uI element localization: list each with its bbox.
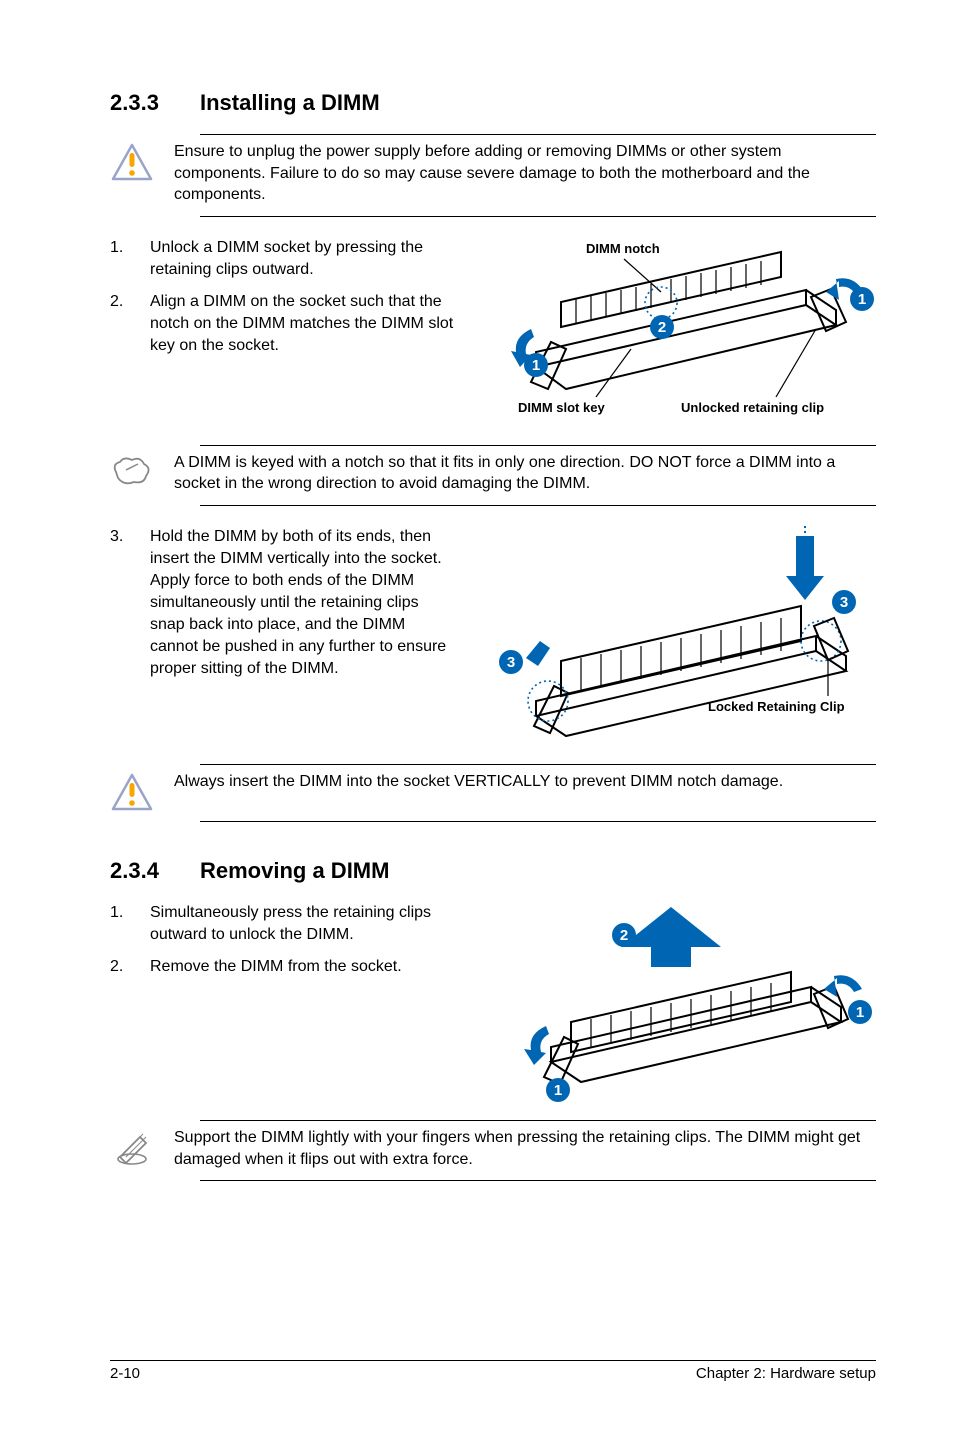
step-body: Hold the DIMM by both of its ends, then … xyxy=(150,526,456,681)
section-title: Installing a DIMM xyxy=(200,90,380,116)
caution-icon xyxy=(110,771,154,811)
callout: 1 xyxy=(856,1004,864,1021)
section-title: Removing a DIMM xyxy=(200,858,389,884)
figure-install-lock: 3 3 Locked Retaining Clip xyxy=(476,526,876,746)
step-index: 2. xyxy=(110,291,132,357)
label-slot-key: DIMM slot key xyxy=(518,400,605,415)
figure-remove: 1 1 2 xyxy=(476,902,876,1102)
list-item: 1. Simultaneously press the retaining cl… xyxy=(110,902,456,946)
info-note: A DIMM is keyed with a notch so that it … xyxy=(200,445,876,506)
list-item: 3. Hold the DIMM by both of its ends, th… xyxy=(110,526,456,681)
warning-note: Always insert the DIMM into the socket V… xyxy=(200,764,876,822)
remove-steps-with-figure: 1. Simultaneously press the retaining cl… xyxy=(110,902,876,1102)
chapter-label: Chapter 2: Hardware setup xyxy=(696,1365,876,1382)
step-body: Align a DIMM on the socket such that the… xyxy=(150,291,456,357)
page-footer: 2-10 Chapter 2: Hardware setup xyxy=(110,1360,876,1382)
step-index: 3. xyxy=(110,526,132,681)
info-note: Support the DIMM lightly with your finge… xyxy=(200,1120,876,1181)
callout: 3 xyxy=(840,594,848,611)
step-list: 1. Unlock a DIMM socket by pressing the … xyxy=(110,237,456,357)
caution-icon xyxy=(110,141,154,206)
step-body: Remove the DIMM from the socket. xyxy=(150,956,456,978)
steps-with-figure: 1. Unlock a DIMM socket by pressing the … xyxy=(110,237,876,427)
step3-with-figure: 3. Hold the DIMM by both of its ends, th… xyxy=(110,526,876,746)
warning-text: Always insert the DIMM into the socket V… xyxy=(174,771,876,811)
step-index: 1. xyxy=(110,237,132,281)
section-heading: 2.3.4 Removing a DIMM xyxy=(110,858,876,884)
callout: 1 xyxy=(858,291,866,308)
list-item: 1. Unlock a DIMM socket by pressing the … xyxy=(110,237,456,281)
step-body: Simultaneously press the retaining clips… xyxy=(150,902,456,946)
step-index: 1. xyxy=(110,902,132,946)
callout: 1 xyxy=(554,1082,562,1099)
pencil-icon xyxy=(110,1127,154,1170)
label-dimm-notch: DIMM notch xyxy=(586,241,660,256)
step-index: 2. xyxy=(110,956,132,978)
step-list: 3. Hold the DIMM by both of its ends, th… xyxy=(110,526,456,681)
list-item: 2. Align a DIMM on the socket such that … xyxy=(110,291,456,357)
hand-icon xyxy=(110,452,154,495)
callout: 2 xyxy=(658,319,666,336)
warning-text: Ensure to unplug the power supply before… xyxy=(174,141,876,206)
label-unlocked-clip: Unlocked retaining clip xyxy=(681,400,824,415)
section-number: 2.3.4 xyxy=(110,858,170,884)
info-text: Support the DIMM lightly with your finge… xyxy=(174,1127,876,1170)
callout: 3 xyxy=(507,654,515,671)
section-number: 2.3.3 xyxy=(110,90,170,116)
callout: 2 xyxy=(620,927,628,944)
label-locked-clip: Locked Retaining Clip xyxy=(708,699,845,714)
section-heading: 2.3.3 Installing a DIMM xyxy=(110,90,876,116)
warning-note: Ensure to unplug the power supply before… xyxy=(200,134,876,217)
page-number: 2-10 xyxy=(110,1365,140,1382)
callout: 1 xyxy=(532,357,540,374)
list-item: 2. Remove the DIMM from the socket. xyxy=(110,956,456,978)
step-body: Unlock a DIMM socket by pressing the ret… xyxy=(150,237,456,281)
info-text: A DIMM is keyed with a notch so that it … xyxy=(174,452,876,495)
step-list: 1. Simultaneously press the retaining cl… xyxy=(110,902,456,978)
figure-install-unlock: DIMM notch xyxy=(476,237,876,427)
